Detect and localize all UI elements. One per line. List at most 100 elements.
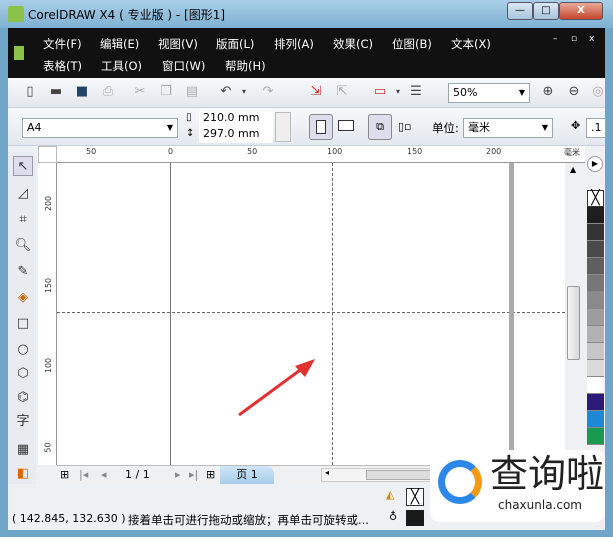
pick-tool-icon[interactable]: ↖ (13, 156, 33, 176)
shape-tool-icon[interactable]: ◿ (13, 184, 33, 204)
color-swatch[interactable] (587, 377, 604, 394)
ruler-label: 0 (168, 147, 174, 156)
basic-shapes-icon[interactable]: ⌬ (13, 388, 33, 408)
import-icon[interactable]: ⇲ (308, 84, 324, 100)
color-swatch[interactable] (587, 360, 604, 377)
table-tool-icon[interactable]: ▦ (13, 440, 33, 460)
ruler-label: 150 (407, 147, 423, 156)
portrait-button[interactable] (309, 114, 333, 140)
vertical-ruler[interactable]: 200 150 100 50 (38, 163, 57, 465)
menu-effects[interactable]: 效果(C) (333, 36, 373, 52)
menu-table[interactable]: 表格(T) (43, 58, 82, 74)
text-tool-icon[interactable]: 字 (13, 412, 33, 432)
ruler-origin[interactable] (38, 146, 57, 163)
color-swatch[interactable] (587, 428, 604, 445)
menu-window[interactable]: 窗口(W) (162, 58, 205, 74)
zoom-in-icon[interactable]: ⊕ (540, 84, 556, 100)
export-icon[interactable]: ⇱ (334, 84, 350, 100)
print-icon[interactable]: ⎙ (100, 84, 116, 100)
zoom-tool-icon[interactable]: 🔍︎ (13, 236, 33, 256)
redo-icon[interactable]: ↷ (260, 84, 276, 100)
maximize-button[interactable]: □ (533, 2, 559, 20)
prev-page-icon[interactable]: ◂ (101, 468, 107, 481)
size-spinner[interactable] (275, 112, 291, 142)
save-icon[interactable]: ■ (74, 84, 90, 100)
color-swatch[interactable] (587, 241, 604, 258)
drawing-canvas[interactable] (57, 163, 565, 465)
red-arrow-annotation (238, 359, 315, 417)
menu-file[interactable]: 文件(F) (43, 36, 82, 52)
doc-minimize-button[interactable]: – (553, 34, 558, 44)
smart-fill-icon[interactable]: ◈ (13, 288, 33, 308)
new-icon[interactable]: ▯ (22, 84, 38, 100)
welcome-screen-icon[interactable]: ☰ (408, 84, 424, 100)
crop-tool-icon[interactable]: ⌗ (13, 210, 33, 230)
nudge-input[interactable]: .1 r (586, 118, 606, 138)
menu-edit[interactable]: 编辑(E) (100, 36, 139, 52)
minimize-button[interactable]: — (507, 2, 533, 20)
current-page-button[interactable]: ▯▫ (398, 120, 412, 133)
no-color-swatch[interactable]: ╳ (587, 190, 604, 207)
scroll-up-icon[interactable]: ▲ (570, 165, 576, 174)
next-page-icon[interactable]: ▸ (175, 468, 181, 481)
zoom-level-select[interactable]: 50% ▼ (448, 83, 530, 103)
paper-width-input[interactable]: 210.0 mm (199, 111, 273, 127)
color-swatch[interactable] (587, 411, 604, 428)
color-swatch[interactable] (587, 207, 604, 224)
interactive-fill-icon[interactable]: ◧ (13, 464, 33, 484)
horizontal-ruler[interactable]: 50 0 50 100 150 200 毫米 (57, 146, 585, 163)
zoom-out-icon[interactable]: ⊖ (566, 84, 582, 100)
outline-pen-icon: ♁ (389, 510, 398, 523)
close-button[interactable]: X (559, 2, 603, 20)
ruler-unit-label: 毫米 (564, 148, 580, 157)
first-page-icon[interactable]: |◂ (79, 468, 88, 481)
paper-height-input[interactable]: 297.0 mm (199, 127, 273, 143)
last-page-icon[interactable]: ▸| (189, 468, 198, 481)
color-swatch[interactable] (587, 224, 604, 241)
watermark-url: chaxunla.com (498, 498, 582, 512)
color-swatch[interactable] (587, 326, 604, 343)
doc-restore-button[interactable]: ▫ (571, 34, 577, 44)
color-swatch[interactable] (587, 258, 604, 275)
palette-flyout-button[interactable]: ▶ (587, 156, 603, 172)
color-swatch[interactable] (587, 275, 604, 292)
launcher-dropdown-icon[interactable]: ▾ (390, 84, 406, 100)
open-icon[interactable]: ▬ (48, 84, 64, 100)
menu-layout[interactable]: 版面(L) (216, 36, 254, 52)
vertical-scrollbar[interactable]: ▲ (565, 163, 583, 465)
rectangle-tool-icon[interactable]: □ (13, 314, 33, 334)
scroll-thumb[interactable] (567, 286, 580, 360)
menu-bitmaps[interactable]: 位图(B) (392, 36, 432, 52)
page-tab-1[interactable]: 页 1 (220, 466, 274, 484)
color-swatch[interactable] (587, 343, 604, 360)
cut-icon[interactable]: ✂ (132, 84, 148, 100)
freehand-tool-icon[interactable]: ✎ (13, 262, 33, 282)
add-page-before-icon[interactable]: ⊞ (60, 468, 69, 481)
unit-select[interactable]: 毫米 ▼ (463, 118, 553, 138)
all-pages-button[interactable]: ⧉ (368, 114, 392, 140)
menu-text[interactable]: 文本(X) (451, 36, 491, 52)
zoom-fit-icon[interactable]: ◎ (590, 84, 606, 100)
color-palette (587, 207, 604, 467)
outline-color-indicator[interactable] (406, 510, 424, 526)
app-icon (8, 6, 24, 22)
menu-view[interactable]: 视图(V) (158, 36, 198, 52)
paste-icon[interactable]: ▤ (184, 84, 200, 100)
color-swatch[interactable] (587, 309, 604, 326)
copy-icon[interactable]: ❐ (158, 84, 174, 100)
add-page-after-icon[interactable]: ⊞ (206, 468, 215, 481)
doc-close-button[interactable]: x (589, 34, 594, 44)
menu-arrange[interactable]: 排列(A) (274, 36, 314, 52)
menu-help[interactable]: 帮助(H) (225, 58, 266, 74)
color-swatch[interactable] (587, 292, 604, 309)
fill-color-indicator[interactable]: ╳ (406, 488, 424, 506)
polygon-tool-icon[interactable]: ⬡ (13, 364, 33, 384)
landscape-button[interactable] (338, 120, 354, 131)
paper-size-select[interactable]: A4 ▼ (22, 118, 178, 138)
application-launcher-icon[interactable]: ▭ (372, 84, 388, 100)
menu-tools[interactable]: 工具(O) (101, 58, 142, 74)
color-swatch[interactable] (587, 394, 604, 411)
undo-icon[interactable]: ↶ (218, 84, 234, 100)
undo-dropdown-icon[interactable]: ▾ (236, 84, 252, 100)
ellipse-tool-icon[interactable]: ○ (13, 340, 33, 360)
